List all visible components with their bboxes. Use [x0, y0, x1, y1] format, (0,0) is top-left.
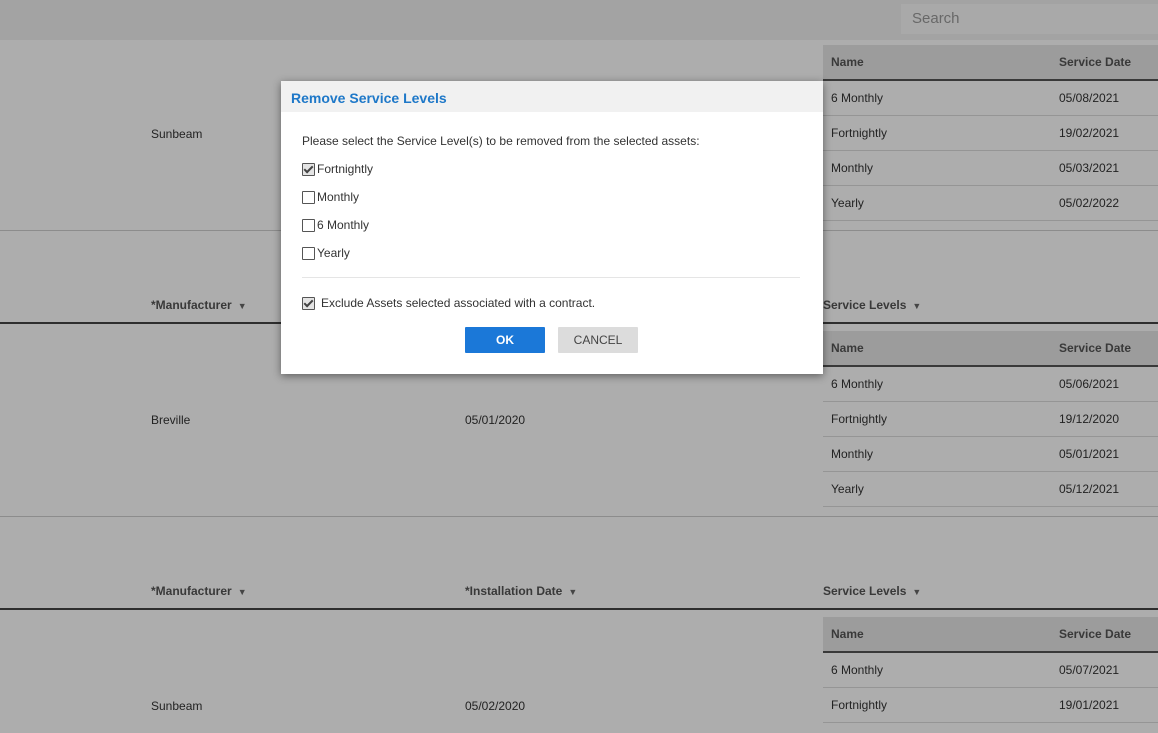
exclude-contract-assets-option[interactable]: Exclude Assets selected associated with …	[302, 296, 595, 310]
checkbox-6-monthly[interactable]	[302, 218, 315, 232]
option-yearly[interactable]: Yearly	[302, 246, 350, 260]
option-label: Fortnightly	[317, 162, 374, 176]
option-6-monthly[interactable]: 6 Monthly	[302, 218, 369, 232]
option-monthly[interactable]: Monthly	[302, 190, 359, 204]
exclude-contract-assets-checkbox[interactable]	[302, 296, 315, 310]
exclude-contract-assets-label: Exclude Assets selected associated with …	[321, 296, 596, 310]
remove-service-levels-dialog: Remove Service Levels Please select the …	[281, 81, 823, 374]
dialog-title: Remove Service Levels	[281, 81, 823, 112]
checkbox-fortnightly[interactable]	[302, 162, 315, 176]
option-fortnightly[interactable]: Fortnightly	[302, 162, 373, 176]
checkbox-monthly[interactable]	[302, 190, 315, 204]
checkbox-yearly[interactable]	[302, 246, 315, 260]
cancel-button[interactable]: CANCEL	[558, 327, 638, 353]
ok-button[interactable]: OK	[465, 327, 545, 353]
option-label: 6 Monthly	[317, 218, 370, 232]
option-label: Monthly	[317, 190, 360, 204]
dialog-divider	[302, 277, 800, 278]
option-label: Yearly	[317, 246, 350, 260]
dialog-prompt: Please select the Service Level(s) to be…	[302, 134, 700, 148]
